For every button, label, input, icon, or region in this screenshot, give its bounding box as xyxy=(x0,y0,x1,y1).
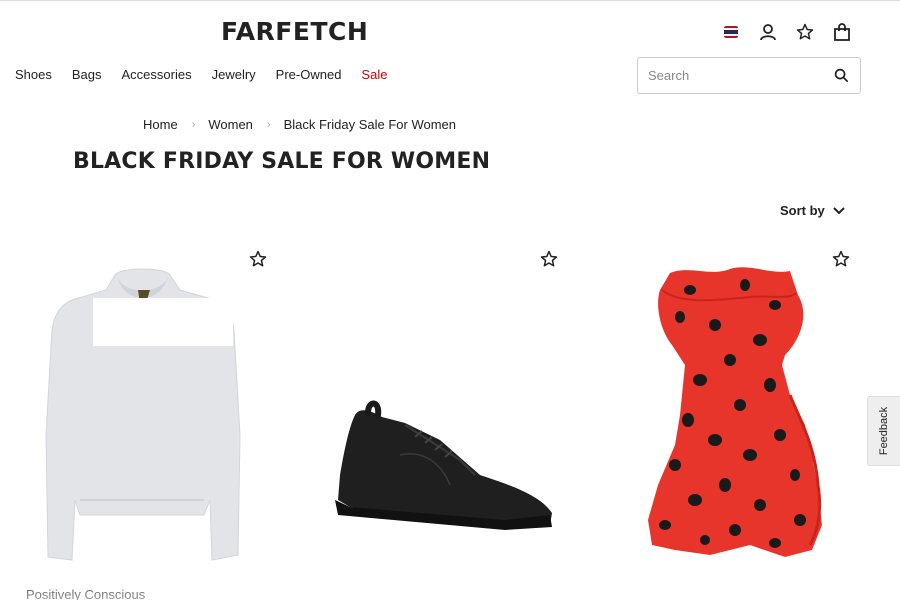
product-image-hoodie[interactable] xyxy=(20,245,260,575)
search-box xyxy=(637,57,861,94)
product-badge: Positively Conscious xyxy=(26,587,146,600)
product-card-sneaker[interactable] xyxy=(310,245,570,575)
product-image-dress[interactable] xyxy=(600,245,840,575)
feedback-label: Feedback xyxy=(878,406,890,456)
feedback-tab[interactable]: Feedback xyxy=(867,396,900,466)
product-card-hoodie[interactable]: Positively Conscious xyxy=(20,245,280,600)
nav-item-jewelry[interactable]: Jewelry xyxy=(212,67,256,82)
breadcrumb-separator: › xyxy=(266,118,271,131)
breadcrumb-women[interactable]: Women xyxy=(208,117,253,132)
top-border xyxy=(0,0,900,1)
bag-icon[interactable] xyxy=(832,22,852,42)
search-input[interactable] xyxy=(648,58,828,93)
main-nav: Shoes Bags Accessories Jewelry Pre-Owned… xyxy=(15,67,387,82)
search-icon[interactable] xyxy=(834,68,849,83)
sort-by-dropdown[interactable]: Sort by xyxy=(780,203,845,218)
breadcrumb-current: Black Friday Sale For Women xyxy=(283,117,457,132)
sort-by-label: Sort by xyxy=(780,203,825,218)
page-title: BLACK FRIDAY SALE FOR WOMEN xyxy=(73,149,491,174)
breadcrumb-separator: › xyxy=(191,118,196,131)
product-image-sneaker[interactable] xyxy=(310,245,560,575)
breadcrumb: Home › Women › Black Friday Sale For Wom… xyxy=(143,117,456,132)
nav-item-accessories[interactable]: Accessories xyxy=(122,67,192,82)
product-card-dress[interactable] xyxy=(600,245,870,575)
nav-item-sale[interactable]: Sale xyxy=(361,67,387,82)
breadcrumb-home[interactable]: Home xyxy=(143,117,178,132)
header-icons xyxy=(721,22,852,42)
wishlist-icon[interactable] xyxy=(795,22,815,42)
account-icon[interactable] xyxy=(758,22,778,42)
farfetch-logo[interactable]: FARFETCH xyxy=(221,17,368,46)
flag-icon[interactable] xyxy=(721,22,741,42)
nav-item-bags[interactable]: Bags xyxy=(72,67,102,82)
nav-item-pre-owned[interactable]: Pre-Owned xyxy=(276,67,342,82)
chevron-down-icon xyxy=(833,203,845,218)
nav-item-shoes[interactable]: Shoes xyxy=(15,67,52,82)
